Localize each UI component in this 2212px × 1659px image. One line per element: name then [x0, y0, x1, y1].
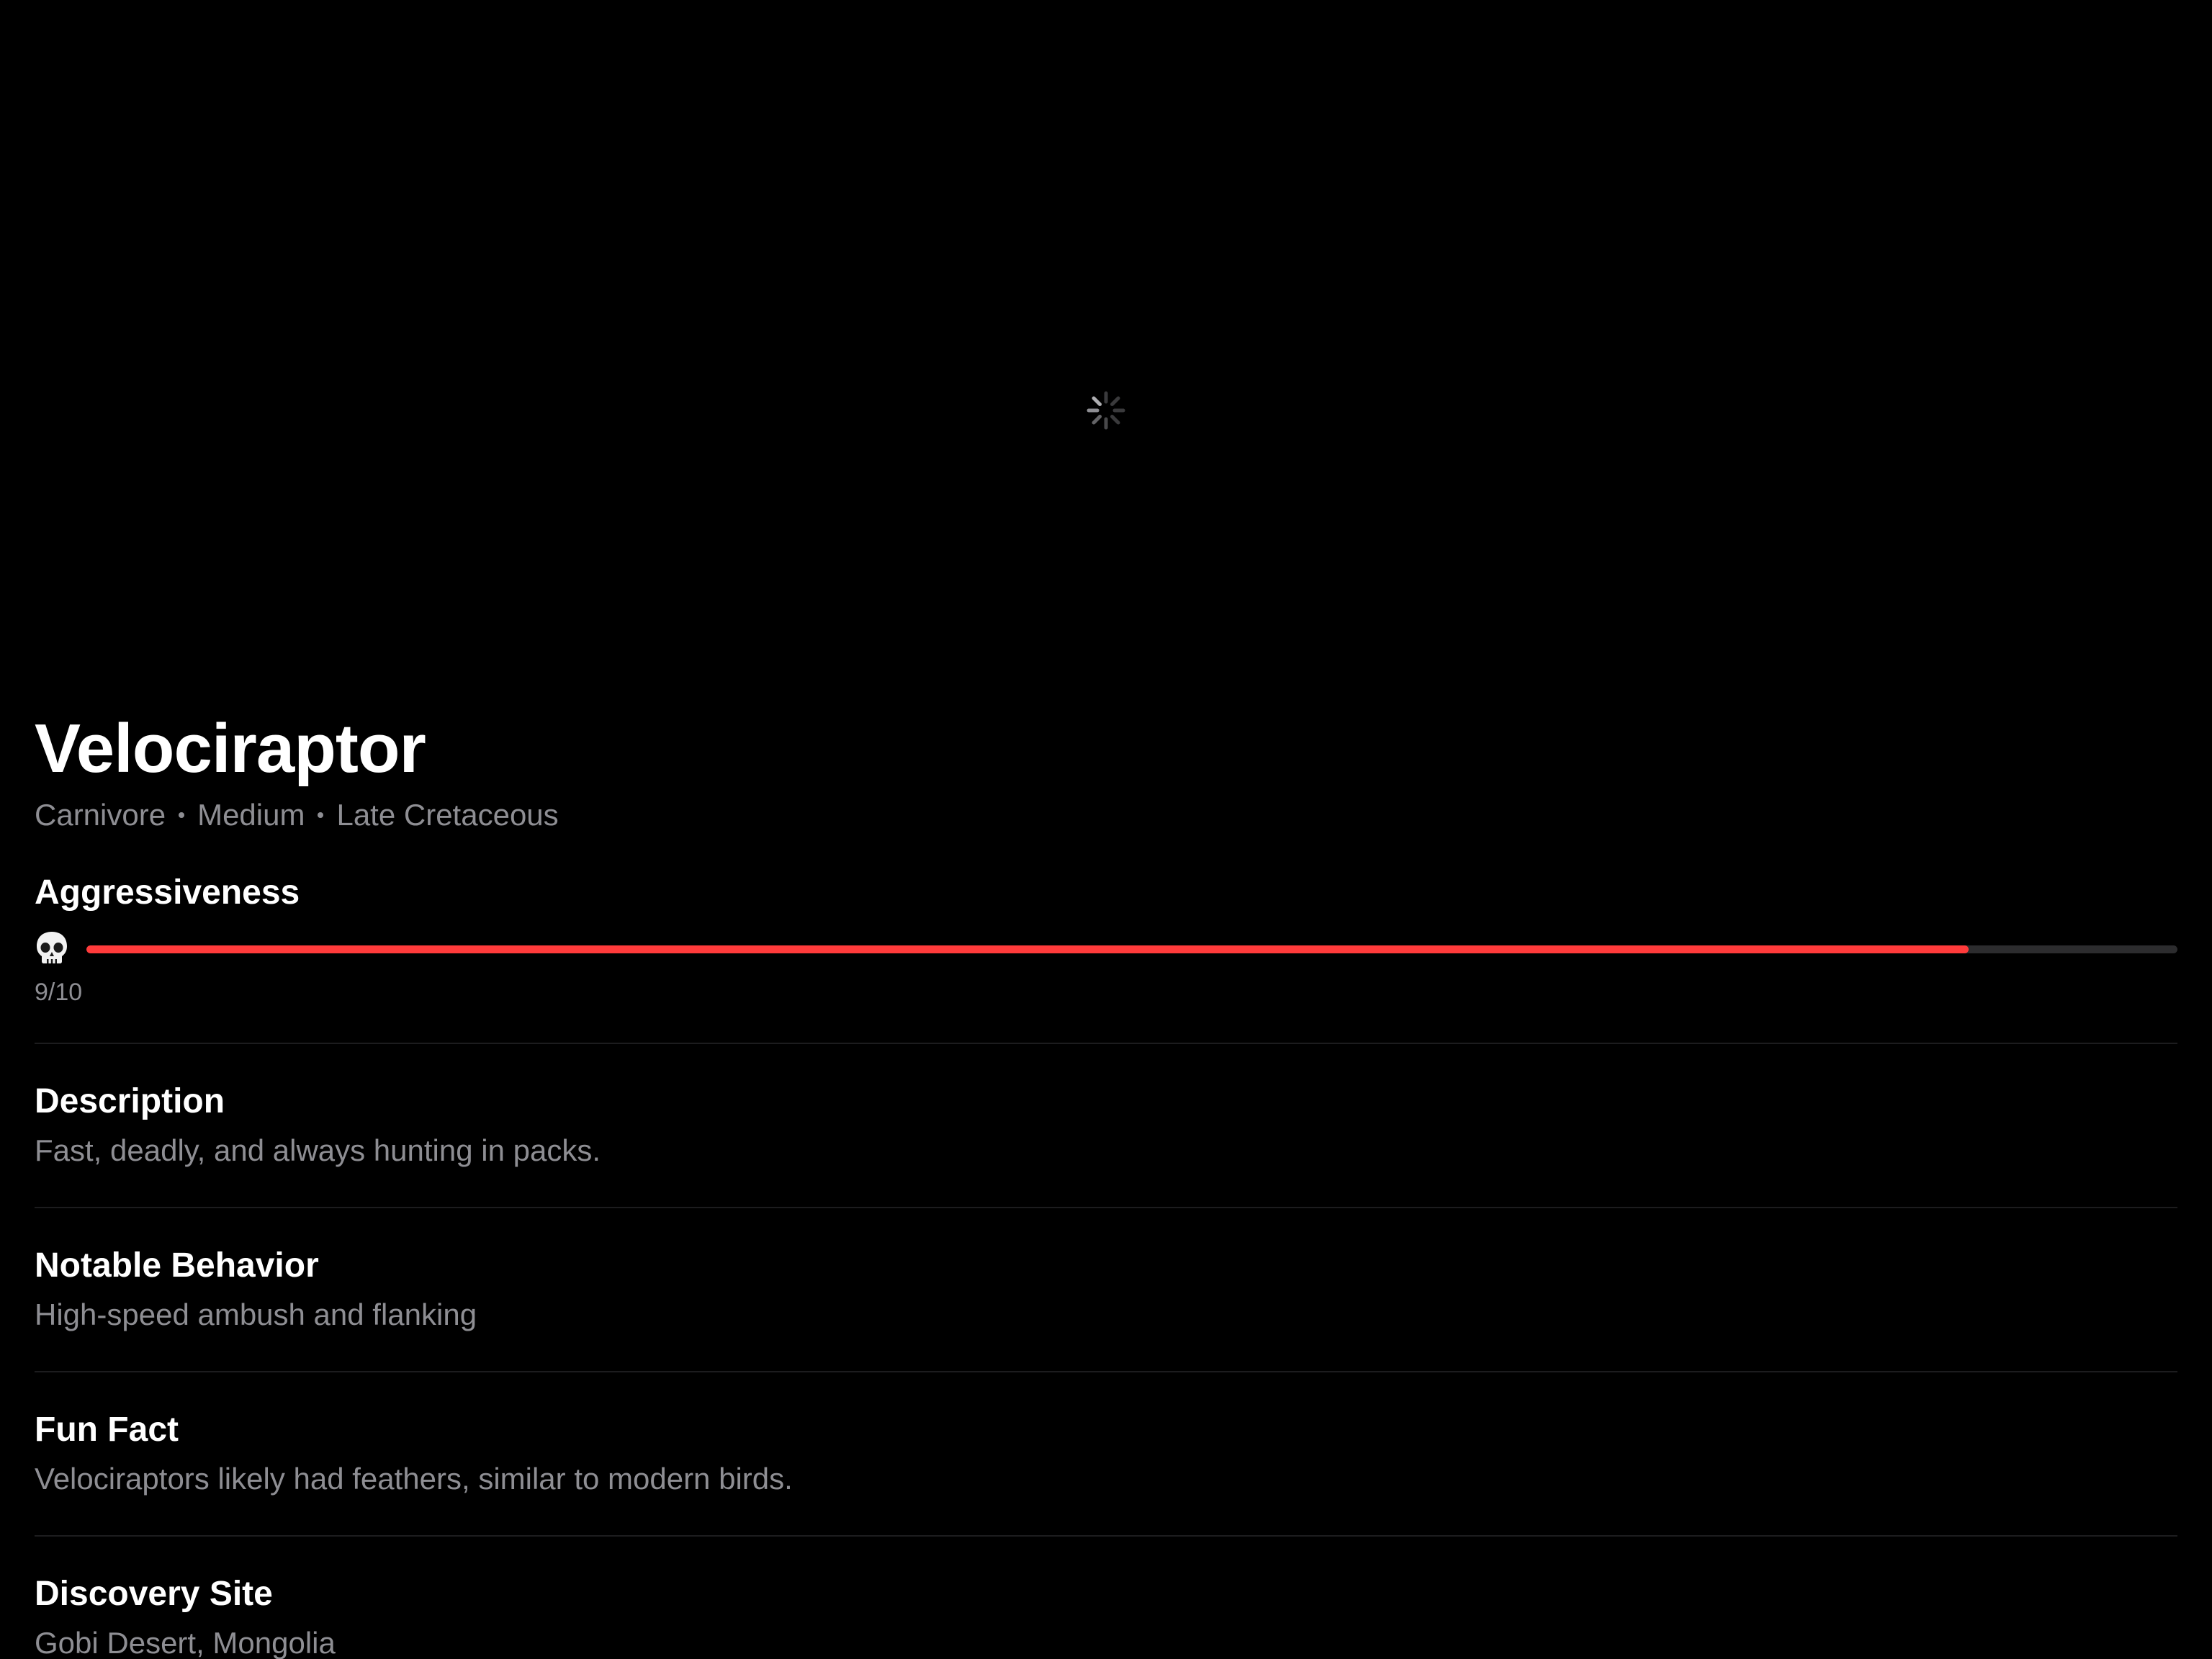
separator-dot — [179, 812, 185, 818]
detail-content: Velociraptor Carnivore Medium Late Creta… — [35, 706, 2177, 1659]
aggressiveness-track — [86, 945, 2177, 953]
section-title: Description — [35, 1082, 225, 1120]
skull-icon — [37, 932, 67, 963]
section-body: Fast, deadly, and always hunting in pack… — [35, 1133, 601, 1167]
section-body: Gobi Desert, Mongolia — [35, 1626, 336, 1659]
activity-spinner-icon — [1087, 391, 1125, 430]
section-title: Fun Fact — [35, 1411, 179, 1449]
dinosaur-name: Velociraptor — [35, 710, 426, 787]
dinosaur-tags: Carnivore Medium Late Cretaceous — [35, 795, 2177, 835]
separator-dot — [318, 812, 324, 818]
tag-size: Medium — [197, 798, 305, 832]
section-discovery-site: Discovery Site Gobi Desert, Mongolia — [35, 1537, 2177, 1659]
section-description: Description Fast, deadly, and always hun… — [35, 1044, 2177, 1207]
tag-diet: Carnivore — [35, 798, 166, 832]
dinosaur-detail-screen: Velociraptor Carnivore Medium Late Creta… — [0, 0, 2212, 1659]
dinosaur-image-area — [0, 0, 2212, 684]
section-fun-fact: Fun Fact Velociraptors likely had feathe… — [35, 1372, 2177, 1535]
aggressiveness-fill — [86, 945, 1969, 953]
aggressiveness-label: Aggressiveness — [35, 873, 300, 912]
section-notable-behavior: Notable Behavior High-speed ambush and f… — [35, 1208, 2177, 1371]
section-title: Notable Behavior — [35, 1246, 319, 1285]
tag-period: Late Cretaceous — [336, 798, 559, 832]
section-body: High-speed ambush and flanking — [35, 1298, 477, 1331]
section-body: Velociraptors likely had feathers, simil… — [35, 1462, 793, 1496]
aggressiveness-meter — [35, 927, 2177, 971]
section-title: Discovery Site — [35, 1575, 273, 1613]
aggressiveness-value: 9/10 — [35, 979, 83, 1006]
